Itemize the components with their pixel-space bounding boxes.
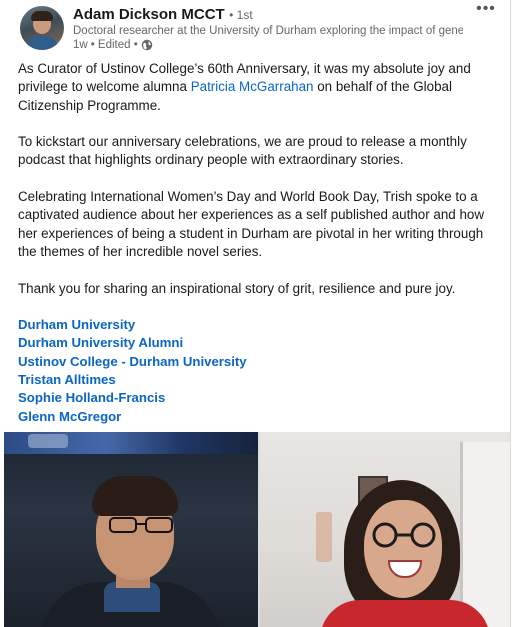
post-paragraph-2: To kickstart our anniversary celebration… [18,134,467,168]
avatar-hair [31,11,53,21]
post-body: As Curator of Ustinov College’s 60th Ann… [18,60,492,426]
connection-degree: • 1st [229,8,253,22]
tag-durham-university[interactable]: Durham University [18,316,492,334]
tag-sophie-holland-francis[interactable]: Sophie Holland-Francis [18,389,492,407]
post-paragraph-3: Celebrating International Women’s Day an… [18,189,485,259]
author-headline: Doctoral researcher at the University of… [73,25,463,37]
person-right-glasses [372,522,436,548]
tag-glenn-mcgregor[interactable]: Glenn McGregor [18,408,492,426]
person-right-face [364,500,442,598]
post-time[interactable]: 1w [73,39,88,51]
video-tile-right [260,432,510,627]
video-tile-left [4,432,258,627]
background-light [28,434,68,448]
author-name[interactable]: Adam Dickson MCCT [73,6,225,23]
post-meta: 1w • Edited • [73,39,153,51]
post-paragraph-4: Thank you for sharing an inspirational s… [18,280,456,296]
post-paragraph-1: As Curator of Ustinov College’s 60th Ann… [18,60,492,115]
background-wall-art [316,512,332,562]
person-right-shirt [320,600,490,627]
mention-patricia-mcgarrahan[interactable]: Patricia McGarrahan [191,79,314,94]
tag-list: Durham University Durham University Alum… [18,316,492,426]
post-card: Adam Dickson MCCT • 1st Doctoral researc… [0,0,511,627]
tag-tristan-alltimes[interactable]: Tristan Alltimes [18,371,492,389]
globe-icon [141,39,153,51]
post-header: Adam Dickson MCCT • 1st Doctoral researc… [0,0,510,60]
author-avatar[interactable] [20,6,64,50]
avatar-shirt [25,36,59,50]
tag-ustinov-college[interactable]: Ustinov College - Durham University [18,353,492,371]
person-left-glasses [109,517,173,533]
tag-durham-university-alumni[interactable]: Durham University Alumni [18,334,492,352]
author-name-line: Adam Dickson MCCT • 1st [73,6,253,24]
post-edited: • Edited • [90,39,138,51]
person-left-hair [92,476,178,516]
background-door [460,442,510,627]
post-media-image[interactable] [4,432,510,627]
more-options-button[interactable]: ••• [473,1,499,20]
